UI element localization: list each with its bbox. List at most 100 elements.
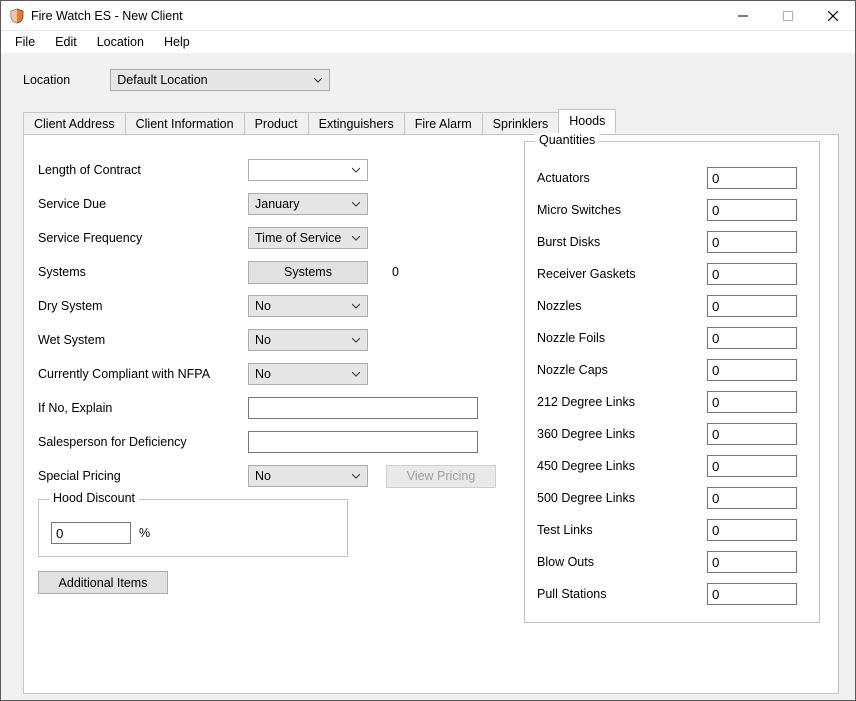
chevron-down-icon xyxy=(311,76,325,84)
quantity-input[interactable] xyxy=(707,583,797,605)
tab-extinguishers[interactable]: Extinguishers xyxy=(308,112,405,135)
quantity-label: Burst Disks xyxy=(537,235,707,249)
quantity-label: Pull Stations xyxy=(537,587,707,601)
quantity-label: 450 Degree Links xyxy=(537,459,707,473)
quantity-row: 500 Degree Links xyxy=(537,482,807,514)
location-select-value: Default Location xyxy=(117,73,207,87)
dry-system-label: Dry System xyxy=(38,299,248,313)
quantity-row: 360 Degree Links xyxy=(537,418,807,450)
hood-discount-input[interactable] xyxy=(51,522,131,544)
tab-product[interactable]: Product xyxy=(244,112,309,135)
quantity-input[interactable] xyxy=(707,327,797,349)
salesperson-input[interactable] xyxy=(248,431,478,453)
compliant-select[interactable]: No xyxy=(248,363,368,385)
quantity-input[interactable] xyxy=(707,455,797,477)
title-bar: Fire Watch ES - New Client xyxy=(1,1,855,31)
special-pricing-select[interactable]: No xyxy=(248,465,368,487)
hood-discount-group: Hood Discount % xyxy=(38,499,348,557)
quantity-input[interactable] xyxy=(707,423,797,445)
view-pricing-label: View Pricing xyxy=(407,469,476,483)
wet-system-value: No xyxy=(255,333,271,347)
tab-client-information[interactable]: Client Information xyxy=(125,112,245,135)
tab-hoods[interactable]: Hoods xyxy=(558,109,616,134)
if-no-explain-label: If No, Explain xyxy=(38,401,248,415)
quantity-input[interactable] xyxy=(707,359,797,381)
menu-location[interactable]: Location xyxy=(89,33,152,51)
chevron-down-icon xyxy=(349,370,363,378)
compliant-value: No xyxy=(255,367,271,381)
service-due-value: January xyxy=(255,197,299,211)
quantity-label: Micro Switches xyxy=(537,203,707,217)
systems-button-label: Systems xyxy=(284,265,332,279)
menu-file[interactable]: File xyxy=(7,33,43,51)
menu-edit[interactable]: Edit xyxy=(47,33,85,51)
systems-label: Systems xyxy=(38,265,248,279)
quantity-input[interactable] xyxy=(707,487,797,509)
tab-client-address[interactable]: Client Address xyxy=(23,112,126,135)
quantity-input[interactable] xyxy=(707,551,797,573)
hood-discount-legend: Hood Discount xyxy=(49,491,139,505)
quantity-label: Receiver Gaskets xyxy=(537,267,707,281)
special-pricing-label: Special Pricing xyxy=(38,469,248,483)
quantity-input[interactable] xyxy=(707,231,797,253)
compliant-label: Currently Compliant with NFPA xyxy=(38,367,248,381)
menu-bar: File Edit Location Help xyxy=(1,31,855,53)
hoods-form: Length of Contract Service Due January S… xyxy=(24,135,524,693)
quantity-row: Nozzle Caps xyxy=(537,354,807,386)
systems-count: 0 xyxy=(392,265,399,279)
window-close-button[interactable] xyxy=(810,1,855,31)
quantity-input[interactable] xyxy=(707,263,797,285)
quantity-label: Actuators xyxy=(537,171,707,185)
service-frequency-select[interactable]: Time of Service xyxy=(248,227,368,249)
view-pricing-button: View Pricing xyxy=(386,465,496,488)
quantity-row: Pull Stations xyxy=(537,578,807,610)
chevron-down-icon xyxy=(349,234,363,242)
quantity-label: 500 Degree Links xyxy=(537,491,707,505)
location-select[interactable]: Default Location xyxy=(110,69,330,91)
quantities-legend: Quantities xyxy=(535,133,599,147)
app-shield-icon xyxy=(9,8,25,24)
quantity-row: Test Links xyxy=(537,514,807,546)
quantity-row: Receiver Gaskets xyxy=(537,258,807,290)
additional-items-button[interactable]: Additional Items xyxy=(38,571,168,594)
systems-button[interactable]: Systems xyxy=(248,261,368,284)
location-label: Location xyxy=(23,73,70,87)
length-of-contract-label: Length of Contract xyxy=(38,163,248,177)
quantity-input[interactable] xyxy=(707,519,797,541)
quantity-row: 450 Degree Links xyxy=(537,450,807,482)
quantity-row: 212 Degree Links xyxy=(537,386,807,418)
chevron-down-icon xyxy=(349,166,363,174)
dry-system-value: No xyxy=(255,299,271,313)
service-due-label: Service Due xyxy=(38,197,248,211)
wet-system-select[interactable]: No xyxy=(248,329,368,351)
service-frequency-label: Service Frequency xyxy=(38,231,248,245)
quantity-row: Actuators xyxy=(537,162,807,194)
chevron-down-icon xyxy=(349,336,363,344)
service-frequency-value: Time of Service xyxy=(255,231,341,245)
if-no-explain-input[interactable] xyxy=(248,397,478,419)
chevron-down-icon xyxy=(349,472,363,480)
quantity-input[interactable] xyxy=(707,295,797,317)
window-maximize-button xyxy=(765,1,810,31)
quantity-row: Blow Outs xyxy=(537,546,807,578)
window-minimize-button[interactable] xyxy=(720,1,765,31)
quantity-label: Blow Outs xyxy=(537,555,707,569)
quantities-column: Quantities Actuators Micro Switches Burst … xyxy=(524,135,838,693)
quantity-label: 212 Degree Links xyxy=(537,395,707,409)
quantity-input[interactable] xyxy=(707,199,797,221)
tab-body-hoods: Length of Contract Service Due January S… xyxy=(23,134,839,694)
quantity-input[interactable] xyxy=(707,167,797,189)
service-due-select[interactable]: January xyxy=(248,193,368,215)
menu-help[interactable]: Help xyxy=(156,33,198,51)
tab-sprinklers[interactable]: Sprinklers xyxy=(482,112,560,135)
hood-discount-pct: % xyxy=(139,526,150,540)
quantity-input[interactable] xyxy=(707,391,797,413)
content-area: Location Default Location Client Address… xyxy=(1,53,855,700)
dry-system-select[interactable]: No xyxy=(248,295,368,317)
tab-fire-alarm[interactable]: Fire Alarm xyxy=(404,112,483,135)
additional-items-label: Additional Items xyxy=(59,576,148,590)
window-title: Fire Watch ES - New Client xyxy=(31,9,183,23)
length-of-contract-select[interactable] xyxy=(248,159,368,181)
quantity-label: Nozzles xyxy=(537,299,707,313)
quantity-row: Nozzle Foils xyxy=(537,322,807,354)
